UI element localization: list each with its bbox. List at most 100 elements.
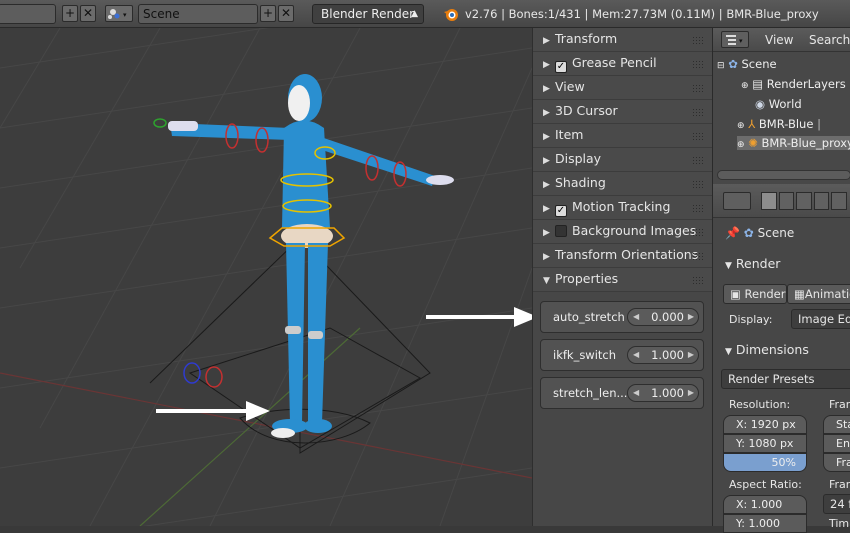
panel-section-properties[interactable]: ▼ Properties bbox=[533, 268, 712, 292]
panel-section-motion-tracking[interactable]: ▶ ✓ Motion Tracking bbox=[533, 196, 712, 220]
display-dropdown[interactable]: Image Edit bbox=[791, 309, 850, 329]
aspect-x-field[interactable]: X: 1.000 bbox=[723, 495, 807, 514]
property-stretch-length: stretch_len... ◀ 1.000 ▶ bbox=[540, 377, 704, 409]
drag-handle-icon[interactable] bbox=[692, 132, 704, 140]
pin-icon[interactable]: 📌 bbox=[725, 226, 740, 240]
armature-icon: ⅄ bbox=[748, 117, 756, 131]
outliner-item-renderlayers[interactable]: ⊕ ▤ RenderLayers bbox=[741, 77, 846, 91]
property-value: 0.000 bbox=[651, 310, 684, 324]
frame-end-field[interactable]: End bbox=[823, 434, 850, 453]
resolution-x-field[interactable]: X: 1920 px bbox=[723, 415, 807, 434]
drag-handle-icon[interactable] bbox=[692, 228, 704, 236]
resolution-label: Resolution: bbox=[729, 398, 791, 411]
section-label: 3D Cursor bbox=[555, 103, 618, 118]
film-icon: ▦ bbox=[794, 287, 805, 301]
drag-handle-icon[interactable] bbox=[692, 156, 704, 164]
stretch-length-value-field[interactable]: ◀ 1.000 ▶ bbox=[627, 384, 699, 402]
delete-scene-button[interactable]: ✕ bbox=[278, 5, 294, 22]
outliner-view-menu[interactable]: View bbox=[765, 33, 793, 47]
viewport-scene bbox=[0, 28, 532, 526]
collapsed-triangle-icon: ▶ bbox=[543, 84, 550, 94]
property-label: auto_stretch bbox=[553, 310, 625, 324]
render-engine-label: Blender Render bbox=[321, 7, 415, 21]
outliner-item-scene[interactable]: ⊟ ✿ Scene bbox=[717, 57, 777, 71]
drag-handle-icon[interactable] bbox=[692, 276, 704, 284]
panel-section-grease-pencil[interactable]: ▶ ✓ Grease Pencil bbox=[533, 52, 712, 76]
property-ikfk-switch: ikfk_switch ◀ 1.000 ▶ bbox=[540, 339, 704, 371]
armature-proxy-icon: ✺ bbox=[748, 136, 758, 150]
property-value: 1.000 bbox=[651, 348, 684, 362]
dimensions-panel-header[interactable]: ▼ Dimensions bbox=[713, 342, 850, 357]
drag-handle-icon[interactable] bbox=[692, 36, 704, 44]
section-label: Display bbox=[555, 151, 602, 166]
section-checkbox[interactable]: ✓ bbox=[555, 205, 567, 217]
property-label: stretch_len... bbox=[553, 386, 628, 400]
auto-stretch-value-field[interactable]: ◀ 0.000 ▶ bbox=[627, 308, 699, 326]
object-tab-icon[interactable] bbox=[831, 192, 847, 210]
render-tab-icon[interactable] bbox=[761, 192, 777, 210]
editor-type-icon[interactable]: ▾ bbox=[721, 31, 749, 48]
collapsed-triangle-icon: ▶ bbox=[543, 156, 550, 166]
context-tabs bbox=[761, 192, 847, 210]
frame-start-field[interactable]: Sta bbox=[823, 415, 850, 434]
screen-layout-field[interactable] bbox=[0, 4, 56, 24]
scene-selector-icon[interactable]: ▾ bbox=[105, 5, 133, 22]
dropdown-arrows-icon: ▲ bbox=[411, 9, 418, 19]
render-presets-dropdown[interactable]: Render Presets bbox=[721, 369, 850, 389]
panel-section-item[interactable]: ▶ Item bbox=[533, 124, 712, 148]
section-checkbox[interactable] bbox=[555, 225, 567, 237]
scene-icon: ✿ bbox=[728, 57, 738, 71]
section-checkbox[interactable]: ✓ bbox=[555, 61, 567, 73]
info-header: + ✕ ▾ Scene + ✕ Blender Render ▲ v2.76 |… bbox=[0, 0, 850, 28]
outliner: ▾ View Search ⊟ ✿ Scene ⊕ ▤ RenderLayers… bbox=[712, 28, 850, 184]
resolution-percent-slider[interactable]: 50% bbox=[723, 453, 807, 472]
scene-name-field[interactable]: Scene bbox=[138, 4, 258, 24]
property-auto-stretch: auto_stretch ◀ 0.000 ▶ bbox=[540, 301, 704, 333]
panel-section-shading[interactable]: ▶ Shading bbox=[533, 172, 712, 196]
annotation-arrows bbox=[156, 307, 532, 421]
world-tab-icon[interactable] bbox=[813, 192, 830, 210]
frame-step-field[interactable]: Fra bbox=[823, 453, 850, 472]
section-label: Shading bbox=[555, 175, 606, 190]
render-engine-dropdown[interactable]: Blender Render ▲ bbox=[312, 4, 424, 24]
add-scene-button[interactable]: + bbox=[260, 5, 276, 22]
fps-dropdown[interactable]: 24 f bbox=[823, 494, 850, 514]
delete-layout-button[interactable]: ✕ bbox=[80, 5, 96, 22]
outliner-item-bmr-blue-proxy[interactable]: ⊕ ✺ BMR-Blue_proxy bbox=[737, 136, 850, 150]
drag-handle-icon[interactable] bbox=[692, 84, 704, 92]
drag-handle-icon[interactable] bbox=[692, 60, 704, 68]
drag-handle-icon[interactable] bbox=[692, 108, 704, 116]
collapsed-triangle-icon: ▶ bbox=[543, 60, 550, 70]
resolution-y-field[interactable]: Y: 1080 px bbox=[723, 434, 807, 453]
panel-section-transform-orientations[interactable]: ▶ Transform Orientations bbox=[533, 244, 712, 268]
panel-section-display[interactable]: ▶ Display bbox=[533, 148, 712, 172]
drag-handle-icon[interactable] bbox=[692, 180, 704, 188]
outliner-item-world[interactable]: ◉ World bbox=[755, 97, 802, 111]
renderlayers-tab-icon[interactable] bbox=[778, 192, 795, 210]
display-label: Display: bbox=[729, 313, 773, 326]
panel-section-view[interactable]: ▶ View bbox=[533, 76, 712, 100]
section-label: Motion Tracking bbox=[572, 199, 671, 214]
editor-type-icon[interactable] bbox=[723, 192, 751, 210]
panel-section-transform[interactable]: ▶ Transform bbox=[533, 28, 712, 52]
outliner-item-bmr-blue[interactable]: ⊕ ⅄ BMR-Blue | bbox=[737, 117, 821, 131]
scene-tab-icon[interactable] bbox=[796, 192, 812, 210]
render-panel-header[interactable]: ▼ Render bbox=[713, 256, 850, 271]
3d-viewport[interactable] bbox=[0, 28, 532, 526]
ikfk-switch-value-field[interactable]: ◀ 1.000 ▶ bbox=[627, 346, 699, 364]
section-label: View bbox=[555, 79, 585, 94]
panel-section-background-images[interactable]: ▶ Background Images bbox=[533, 220, 712, 244]
status-info: v2.76 | Bones:1/431 | Mem:27.73M (0.11M)… bbox=[465, 7, 819, 21]
outliner-search-menu[interactable]: Search bbox=[809, 33, 850, 47]
renderlayers-icon: ▤ bbox=[752, 77, 764, 91]
aspect-y-field[interactable]: Y: 1.000 bbox=[723, 514, 807, 533]
panel-section-3d-cursor[interactable]: ▶ 3D Cursor bbox=[533, 100, 712, 124]
animation-button[interactable]: ▦Animatio bbox=[787, 284, 850, 304]
outliner-scrollbar[interactable] bbox=[717, 170, 850, 180]
drag-handle-icon[interactable] bbox=[692, 252, 704, 260]
drag-handle-icon[interactable] bbox=[692, 204, 704, 212]
render-button[interactable]: ▣ Render bbox=[723, 284, 787, 304]
property-value: 1.000 bbox=[651, 386, 684, 400]
add-layout-button[interactable]: + bbox=[62, 5, 78, 22]
collapsed-triangle-icon: ▶ bbox=[543, 108, 550, 118]
